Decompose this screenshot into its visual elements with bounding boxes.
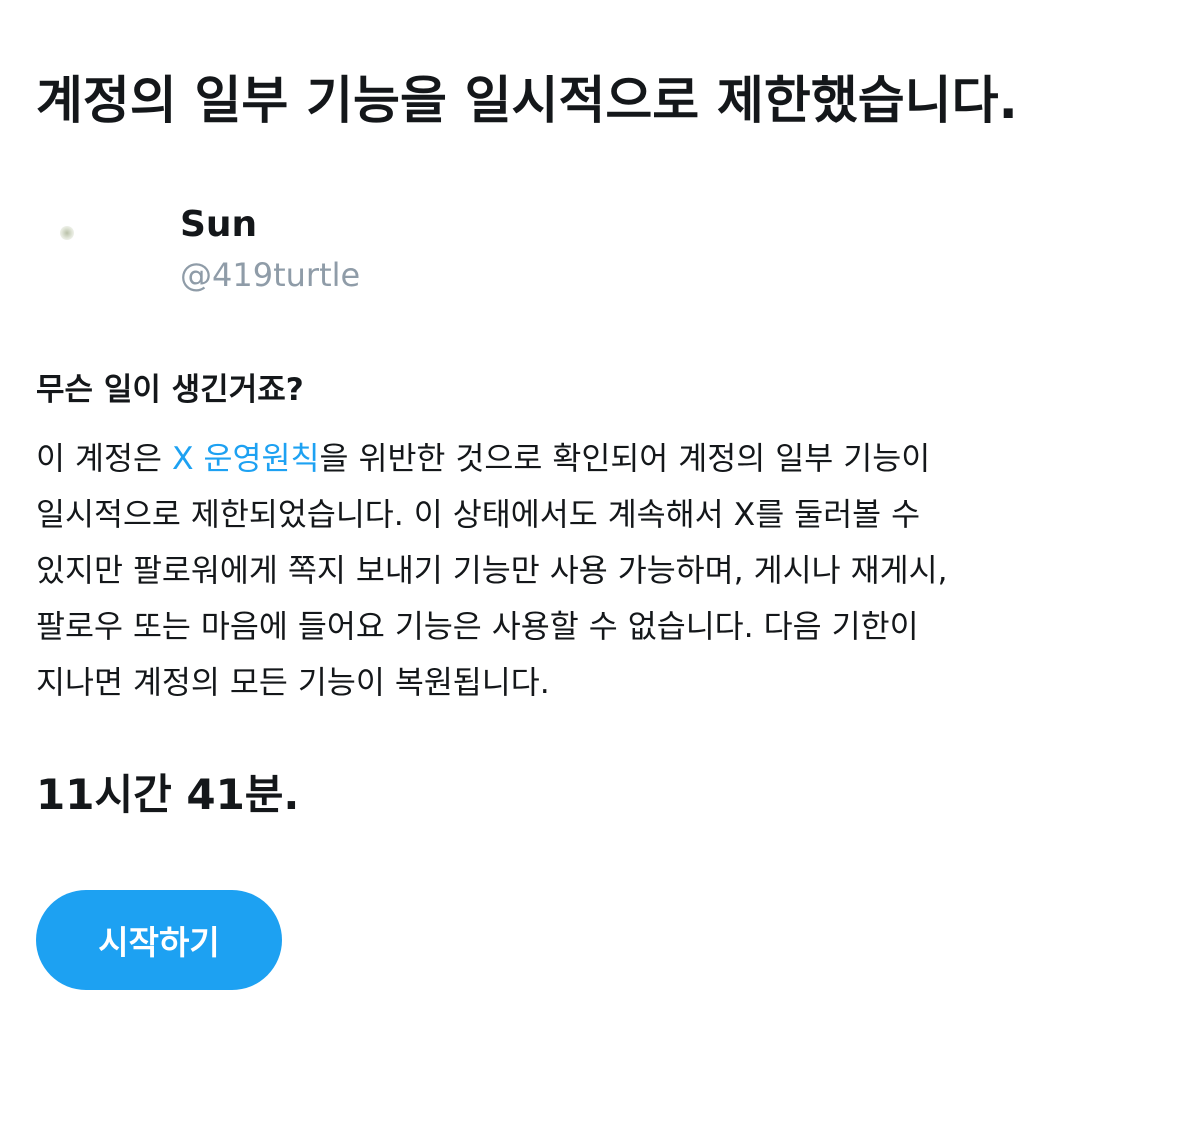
user-display-name: Sun xyxy=(180,204,258,245)
description-text: 을 위반한 것으로 확인되어 계정의 일부 기능이 xyxy=(319,441,931,477)
description-line-3: 있지만 팔로워에게 쪽지 보내기 기능만 사용 가능하며, 게시나 재게시, xyxy=(36,553,948,589)
page-title: 계정의 일부 기능을 일시적으로 제한했습니다. xyxy=(36,72,1018,131)
start-button[interactable]: 시작하기 xyxy=(36,890,282,990)
avatar[interactable] xyxy=(60,226,74,240)
description-line-2: 일시적으로 제한되었습니다. 이 상태에서도 계속해서 X를 둘러볼 수 xyxy=(36,497,921,533)
user-handle: @419turtle xyxy=(180,256,361,294)
description-line-5: 지나면 계정의 모든 기능이 복원됩니다. xyxy=(36,665,550,701)
description-line-1: 이 계정은 X 운영원칙을 위반한 것으로 확인되어 계정의 일부 기능이 xyxy=(36,431,1176,487)
description-line-4: 팔로우 또는 마음에 들어요 기능은 사용할 수 없습니다. 다음 기한이 xyxy=(36,609,919,645)
rules-link[interactable]: X 운영원칙 xyxy=(172,441,320,477)
time-remaining: 11시간 41분. xyxy=(36,770,300,819)
section-heading: 무슨 일이 생긴거죠? xyxy=(36,372,304,408)
restriction-description: 이 계정은 X 운영원칙을 위반한 것으로 확인되어 계정의 일부 기능이 일시… xyxy=(36,431,1176,711)
description-text: 이 계정은 xyxy=(36,441,172,477)
